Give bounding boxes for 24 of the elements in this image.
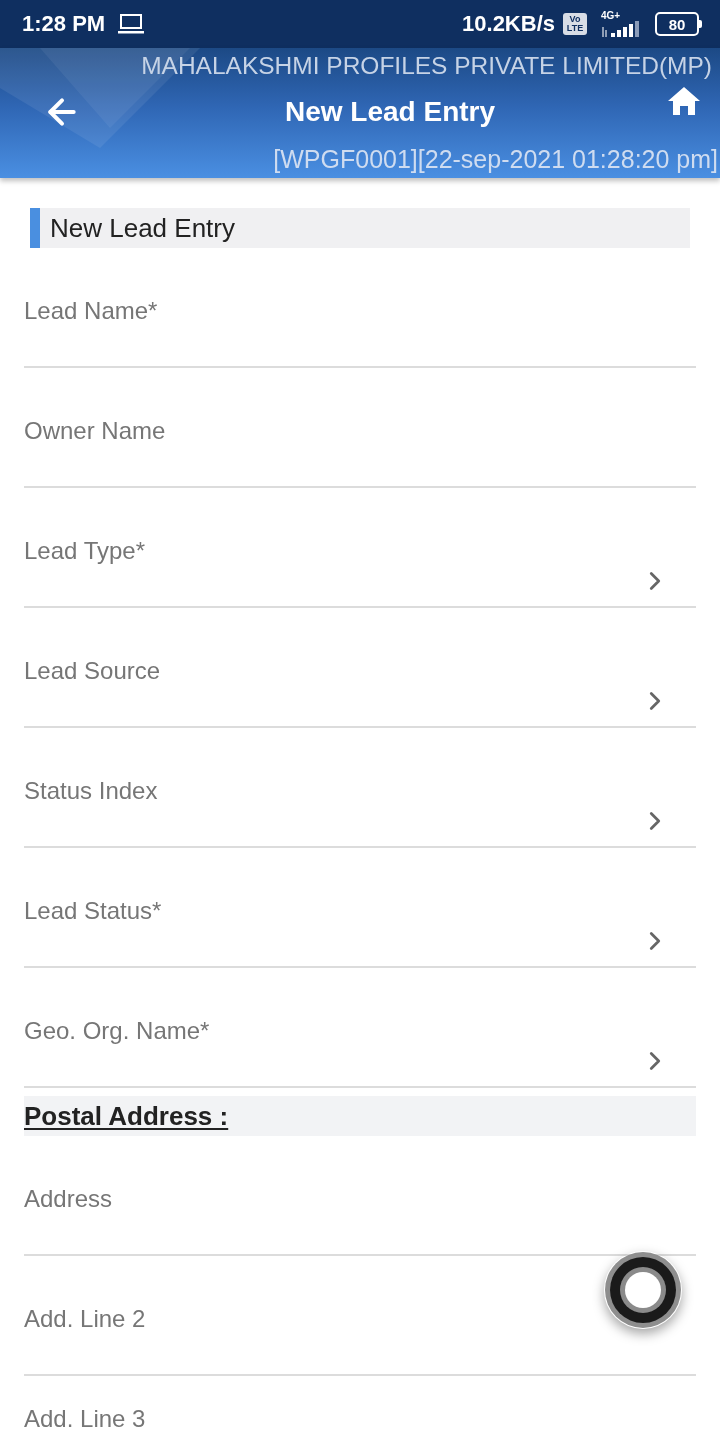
field-label: Lead Status*: [24, 896, 162, 926]
field-label: Address: [24, 1184, 113, 1214]
signal-icon: [601, 21, 639, 37]
field-label: Lead Source: [24, 656, 161, 686]
home-button[interactable]: [666, 84, 702, 118]
status-time: 1:28 PM: [22, 11, 106, 37]
volte-badge: Vo LTE: [563, 13, 587, 35]
network-speed: 10.2KB/s: [462, 11, 555, 37]
field-label: Add. Line 2: [24, 1304, 146, 1334]
battery-level: 80: [655, 12, 702, 36]
page-title: New Lead Entry: [283, 96, 497, 128]
network-type: 4G+: [601, 11, 621, 21]
field-label: Status Index: [24, 776, 158, 806]
section-title: New Lead Entry: [50, 212, 235, 244]
floating-action-button[interactable]: [604, 1251, 682, 1329]
field-label: Owner Name: [24, 416, 166, 446]
field-label: Lead Name*: [24, 296, 158, 326]
field-label: Add. Line 3: [24, 1404, 146, 1434]
field-label: Geo. Org. Name*: [24, 1016, 210, 1046]
laptop-icon: [117, 14, 146, 34]
section-title: Postal Address :: [24, 1100, 229, 1132]
session-info: [WPGF0001][22-sep-2021 01:28:20 pm]: [273, 144, 718, 174]
field-label: Lead Type*: [24, 536, 145, 566]
company-name: MAHALAKSHMI PROFILES PRIVATE LIMITED(MP): [141, 52, 712, 80]
